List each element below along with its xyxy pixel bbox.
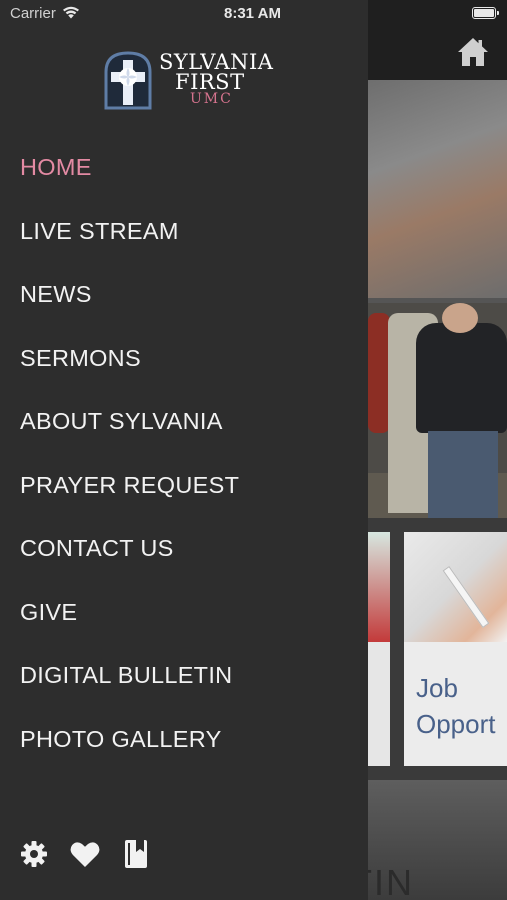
cross-window-icon [104, 51, 152, 110]
card-tile[interactable] [368, 532, 390, 766]
menu-item-about-sylvania[interactable]: ABOUT SYLVANIA [0, 390, 368, 454]
heart-icon[interactable] [70, 839, 100, 869]
hero-image[interactable] [368, 80, 507, 298]
home-icon[interactable] [456, 36, 490, 68]
wifi-icon [62, 6, 80, 23]
carrier-label: Carrier [10, 5, 56, 22]
menu-item-photo-gallery[interactable]: PHOTO GALLERY [0, 708, 368, 772]
navigation-drawer: SYLVANIA FIRST UMC HOME LIVE STREAM NEWS… [0, 0, 368, 900]
menu-item-contact-us[interactable]: CONTACT US [0, 517, 368, 581]
menu-item-prayer-request[interactable]: PRAYER REQUEST [0, 454, 368, 518]
card-title: Job Opport [416, 673, 496, 739]
battery-icon [472, 7, 499, 19]
church-logo: SYLVANIA FIRST UMC [103, 48, 273, 112]
congregation-photo[interactable] [368, 303, 507, 518]
gear-icon[interactable] [19, 839, 49, 869]
job-opportunities-card[interactable]: Job Opport [404, 532, 507, 766]
drawer-menu: HOME LIVE STREAM NEWS SERMONS ABOUT SYLV… [0, 136, 368, 771]
logo-text-umc: UMC [190, 91, 233, 107]
menu-item-news[interactable]: NEWS [0, 263, 368, 327]
status-bar: Carrier 8:31 AM [0, 0, 507, 28]
menu-item-digital-bulletin[interactable]: DIGITAL BULLETIN [0, 644, 368, 708]
menu-item-home[interactable]: HOME [0, 136, 368, 200]
menu-item-sermons[interactable]: SERMONS [0, 327, 368, 391]
bookmark-book-icon[interactable] [121, 839, 151, 869]
menu-item-live-stream[interactable]: LIVE STREAM [0, 200, 368, 264]
menu-item-give[interactable]: GIVE [0, 581, 368, 645]
status-time: 8:31 AM [224, 5, 281, 22]
drawer-footer-icons [19, 838, 172, 870]
